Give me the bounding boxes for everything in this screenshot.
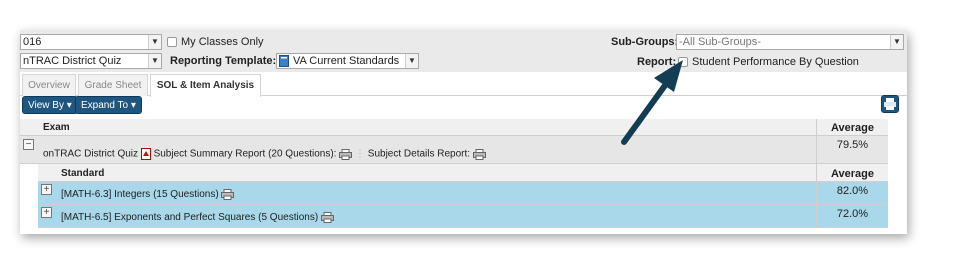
annotation-arrow xyxy=(621,60,683,145)
